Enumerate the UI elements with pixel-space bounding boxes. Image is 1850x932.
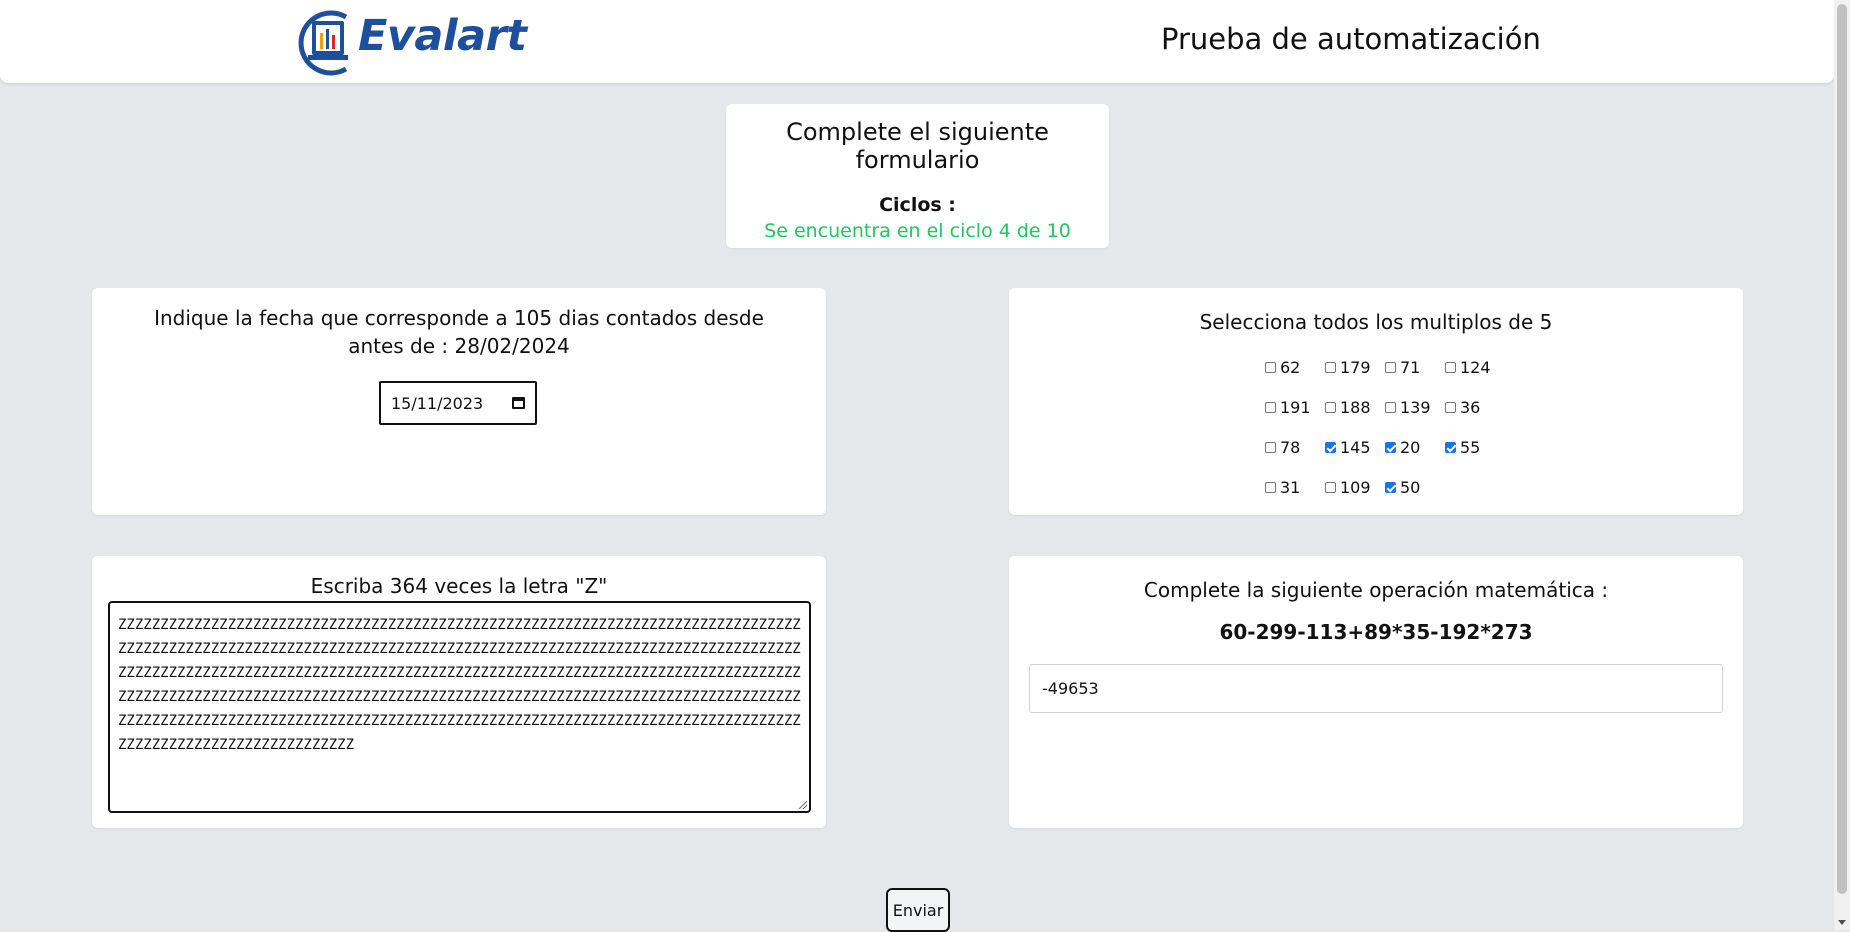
- logo-emblem-icon: [298, 10, 348, 76]
- checkbox-unchecked[interactable]: [1385, 362, 1396, 373]
- cycles-label: Ciclos :: [879, 194, 956, 216]
- multiple-option-71[interactable]: 71: [1385, 356, 1445, 379]
- date-input-value: 15/11/2023: [391, 393, 484, 413]
- checkbox-unchecked[interactable]: [1325, 402, 1336, 413]
- math-question-prompt: Complete la siguiente operación matemáti…: [1143, 578, 1609, 602]
- multiple-option-124[interactable]: 124: [1445, 356, 1505, 379]
- checkbox-unchecked[interactable]: [1385, 402, 1396, 413]
- multiple-option-label: 55: [1460, 438, 1481, 457]
- checkbox-unchecked[interactable]: [1325, 362, 1336, 373]
- page-title: Prueba de automatización: [1161, 22, 1541, 56]
- logo-text: Evalart: [358, 11, 527, 61]
- checkbox-unchecked[interactable]: [1325, 482, 1336, 493]
- multiples-question-prompt: Selecciona todos los multiplos de 5: [1199, 310, 1553, 334]
- z-letters-textarea[interactable]: ZZZZZZZZZZZZZZZZZZZZZZZZZZZZZZZZZZZZZZZZ…: [108, 601, 811, 813]
- date-input[interactable]: 15/11/2023: [379, 381, 537, 425]
- checkbox-checked[interactable]: [1385, 482, 1396, 493]
- scroll-down-arrow-icon[interactable]: [1838, 920, 1846, 925]
- form-title: Complete el siguiente formulario: [786, 118, 1049, 174]
- multiple-option-label: 188: [1340, 398, 1371, 417]
- status-card: Complete el siguiente formulario Ciclos …: [726, 104, 1109, 248]
- date-question-prompt: Indique la fecha que corresponde a 105 d…: [154, 306, 764, 358]
- multiple-option-62[interactable]: 62: [1265, 356, 1325, 379]
- multiple-option-36[interactable]: 36: [1445, 396, 1505, 419]
- cycles-status: Se encuentra en el ciclo 4 de 10: [764, 220, 1071, 242]
- submit-button[interactable]: Enviar: [886, 888, 950, 932]
- scrollbar-thumb[interactable]: [1837, 4, 1847, 894]
- math-question-card: Complete la siguiente operación matemáti…: [1009, 556, 1743, 828]
- multiple-option-179[interactable]: 179: [1325, 356, 1385, 379]
- multiple-option-label: 71: [1400, 358, 1421, 377]
- multiples-checkbox-grid: 62 179 71 124 191 188 139 36 78 145 20 55 31 109 50: [1265, 356, 1505, 499]
- text-question-prompt: Escriba 364 veces la letra "Z": [310, 574, 608, 598]
- checkbox-checked[interactable]: [1385, 442, 1396, 453]
- checkbox-unchecked[interactable]: [1445, 362, 1456, 373]
- multiple-option-31[interactable]: 31: [1265, 476, 1325, 499]
- calendar-icon[interactable]: [512, 397, 525, 409]
- checkbox-unchecked[interactable]: [1265, 362, 1276, 373]
- math-expression: 60-299-113+89*35-192*273: [1219, 620, 1533, 644]
- multiple-option-78[interactable]: 78: [1265, 436, 1325, 459]
- checkbox-unchecked[interactable]: [1265, 402, 1276, 413]
- evalart-logo: Evalart: [298, 7, 540, 79]
- multiple-option-label: 36: [1460, 398, 1481, 417]
- multiple-option-label: 139: [1400, 398, 1431, 417]
- multiple-option-145[interactable]: 145: [1325, 436, 1385, 459]
- checkbox-unchecked[interactable]: [1265, 482, 1276, 493]
- text-question-card: Escriba 364 veces la letra "Z" ZZZZZZZZZ…: [92, 556, 826, 828]
- multiple-option-label: 191: [1280, 398, 1311, 417]
- multiple-option-label: 124: [1460, 358, 1491, 377]
- multiple-option-50[interactable]: 50: [1385, 476, 1445, 499]
- multiples-question-card: Selecciona todos los multiplos de 5 62 17…: [1009, 288, 1743, 515]
- multiple-option-label: 50: [1400, 478, 1421, 497]
- header-bar: Evalart Prueba de automatización: [0, 0, 1834, 83]
- multiple-option-label: 109: [1340, 478, 1371, 497]
- multiple-option-191[interactable]: 191: [1265, 396, 1325, 419]
- multiple-option-label: 179: [1340, 358, 1371, 377]
- multiple-option-label: 78: [1280, 438, 1301, 457]
- multiple-option-label: 145: [1340, 438, 1371, 457]
- multiple-option-20[interactable]: 20: [1385, 436, 1445, 459]
- multiple-option-label: 31: [1280, 478, 1301, 497]
- multiple-option-139[interactable]: 139: [1385, 396, 1445, 419]
- math-answer-value: -49653: [1042, 679, 1099, 698]
- math-answer-input[interactable]: -49653: [1029, 664, 1723, 713]
- resize-handle-icon[interactable]: [799, 801, 807, 809]
- checkbox-unchecked[interactable]: [1445, 402, 1456, 413]
- multiple-option-55[interactable]: 55: [1445, 436, 1505, 459]
- multiple-option-188[interactable]: 188: [1325, 396, 1385, 419]
- multiple-option-109[interactable]: 109: [1325, 476, 1385, 499]
- checkbox-checked[interactable]: [1325, 442, 1336, 453]
- multiple-option-label: 62: [1280, 358, 1301, 377]
- date-question-card: Indique la fecha que corresponde a 105 d…: [92, 288, 826, 515]
- textarea-value: ZZZZZZZZZZZZZZZZZZZZZZZZZZZZZZZZZZZZZZZZ…: [118, 617, 801, 753]
- checkbox-unchecked[interactable]: [1265, 442, 1276, 453]
- checkbox-checked[interactable]: [1445, 442, 1456, 453]
- multiple-option-label: 20: [1400, 438, 1421, 457]
- page-scrollbar[interactable]: [1834, 0, 1850, 930]
